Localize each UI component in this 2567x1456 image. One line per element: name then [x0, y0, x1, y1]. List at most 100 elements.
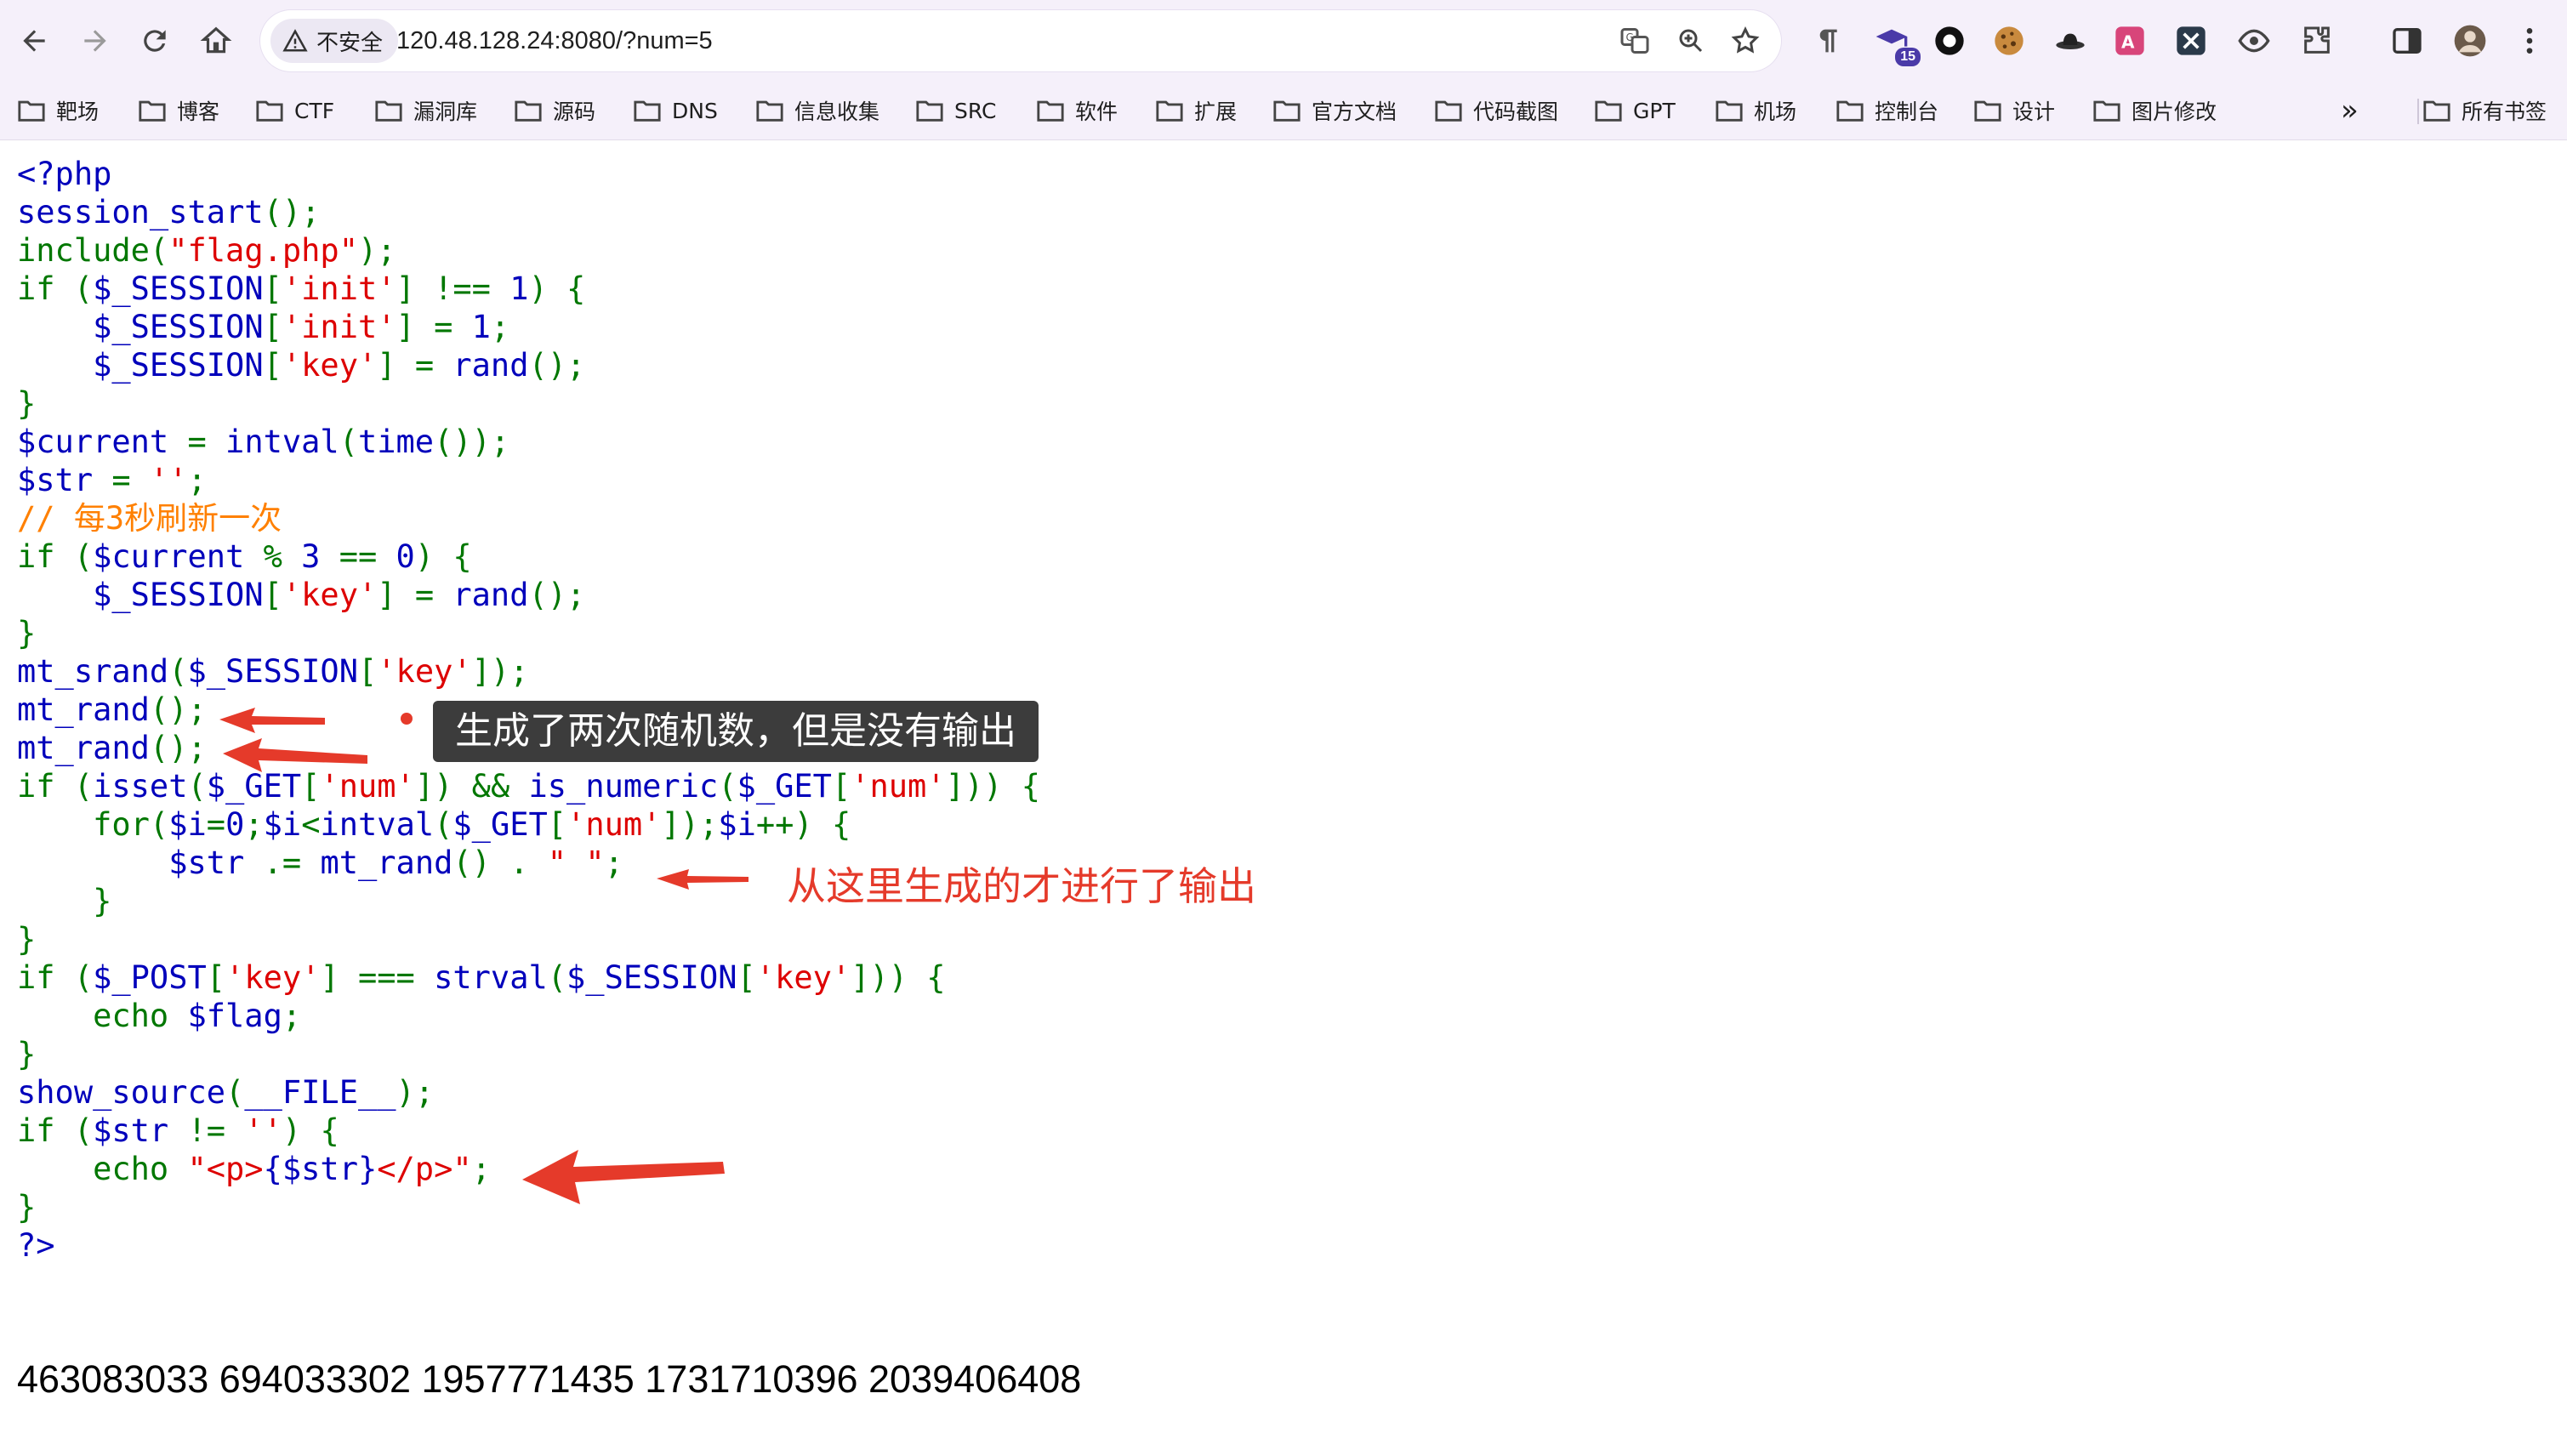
code-token: $_SESSION — [187, 653, 358, 690]
code-token: [ — [206, 959, 226, 996]
folder-icon — [1435, 100, 1462, 122]
pilcrow-icon — [1819, 29, 1837, 53]
extension-x[interactable] — [2171, 20, 2211, 61]
code-token: (); — [528, 347, 586, 384]
bookmark-item[interactable]: 官方文档 — [1272, 90, 1397, 131]
code-line: $_SESSION['key'] = rand(); — [17, 346, 1040, 384]
bookmark-item[interactable]: SRC — [915, 90, 996, 131]
bookmark-label: 官方文档 — [1312, 100, 1397, 124]
bookmark-item[interactable]: GPT — [1594, 90, 1676, 131]
zoom-button[interactable] — [1672, 22, 1710, 60]
code-token: 'key' — [377, 653, 472, 690]
extension-circle[interactable] — [1929, 20, 1970, 61]
code-token: if ( — [17, 270, 94, 307]
code-line: } — [17, 920, 1040, 958]
folder-icon — [1974, 100, 2001, 122]
zoom-icon — [1679, 29, 1703, 53]
folder-icon — [2423, 100, 2450, 122]
side-panel-icon — [2393, 28, 2422, 54]
bookmark-item[interactable]: 设计 — [1973, 90, 2055, 131]
bookmark-label: DNS — [672, 98, 718, 123]
bookmark-label: GPT — [1633, 98, 1676, 123]
bookmark-item[interactable]: 代码截图 — [1434, 90, 1558, 131]
code-token: echo — [17, 1151, 188, 1187]
all-bookmarks-button[interactable]: 所有书签 — [2422, 90, 2547, 131]
bookmark-item[interactable]: 漏洞库 — [374, 90, 477, 131]
svg-text:G: G — [1626, 31, 1634, 43]
folder-icon — [1156, 100, 1183, 122]
address-bar[interactable]: 不安全 120.48.128.24:8080/?num=5 G — [260, 10, 1781, 71]
code-token: ; — [471, 1151, 491, 1187]
folder-icon — [2093, 100, 2120, 122]
code-token: 'key' — [282, 577, 378, 613]
code-token: .= — [263, 845, 321, 881]
profile-avatar[interactable] — [2450, 20, 2490, 61]
bookmark-item[interactable]: 信息收集 — [755, 90, 879, 131]
code-line: if (isset($_GET['num']) && is_numeric($_… — [17, 767, 1040, 805]
code-token: '' — [244, 1112, 282, 1149]
extension-eye[interactable] — [2234, 20, 2274, 61]
annotation-note: 从这里生成的才进行了输出 — [787, 863, 1256, 909]
code-token: 'init' — [282, 270, 396, 307]
code-token: [ — [263, 347, 282, 384]
bookmark-item[interactable]: 机场 — [1715, 90, 1796, 131]
bookmark-item[interactable]: 靶场 — [17, 90, 99, 131]
code-token: (); — [149, 691, 207, 728]
security-chip[interactable]: 不安全 — [270, 19, 399, 63]
code-line: $_SESSION['init'] = 1; — [17, 308, 1040, 346]
bookmark-label: CTF — [294, 98, 335, 123]
forward-button[interactable] — [68, 14, 122, 68]
bookmark-item[interactable]: 图片修改 — [2092, 90, 2217, 131]
folder-icon — [1037, 100, 1064, 122]
bookmarks-overflow-button[interactable]: » — [2341, 90, 2359, 131]
code-token: " " — [547, 845, 605, 881]
bookmark-item[interactable]: 软件 — [1036, 90, 1118, 131]
bookmarks-bar: 靶场 博客 CTF 漏洞库 源码 DNS 信息收集 SRC 软件 扩展 官方文档 代码截图 GPT 机场 控… — [0, 82, 2567, 140]
home-button[interactable] — [189, 14, 243, 68]
code-line: $str = ''; — [17, 461, 1040, 499]
url-text[interactable]: 120.48.128.24:8080/?num=5 — [396, 10, 713, 71]
code-token: mt_srand — [17, 653, 169, 690]
bookmark-item[interactable]: 源码 — [514, 90, 595, 131]
code-token: mt_rand — [320, 845, 453, 881]
code-token: ] === — [320, 959, 435, 996]
extension-badge[interactable]: 15 — [1871, 20, 1921, 66]
bookmark-label: SRC — [954, 98, 997, 123]
code-token: [ — [263, 270, 282, 307]
extension-hat[interactable] — [2050, 20, 2091, 61]
bookmark-label: 机场 — [1754, 100, 1797, 124]
code-token: $_GET — [452, 806, 548, 843]
code-token: ( — [187, 768, 207, 805]
reload-button[interactable] — [128, 14, 182, 68]
bookmark-item[interactable]: CTF — [255, 90, 334, 131]
bookmark-item[interactable]: 扩展 — [1155, 90, 1237, 131]
code-token: 1 — [471, 309, 491, 345]
bookmark-star-button[interactable] — [1727, 22, 1764, 60]
code-token: 'key' — [225, 959, 321, 996]
code-token: $flag — [187, 998, 282, 1034]
extension-paragraph[interactable] — [1807, 20, 1847, 61]
bookmarks-separator — [2417, 99, 2419, 124]
folder-icon — [634, 100, 661, 122]
star-icon — [1731, 26, 1760, 54]
extensions-button[interactable] — [2297, 20, 2337, 61]
code-line: echo $flag; — [17, 997, 1040, 1035]
translate-button[interactable]: G — [1616, 22, 1653, 60]
translate-icon: G — [1620, 28, 1649, 54]
extension-cookie[interactable] — [1989, 20, 2029, 61]
side-panel-button[interactable] — [2387, 20, 2428, 61]
bookmark-label: 控制台 — [1875, 100, 1939, 124]
menu-button[interactable] — [2509, 20, 2550, 61]
bookmark-label: 靶场 — [56, 100, 100, 124]
code-token: } — [17, 385, 37, 422]
bookmark-item[interactable]: 控制台 — [1836, 90, 1938, 131]
code-line: mt_srand($_SESSION['key']); — [17, 652, 1040, 691]
back-button[interactable] — [7, 14, 61, 68]
bookmark-item[interactable]: DNS — [633, 90, 718, 131]
bookmark-item[interactable]: 博客 — [138, 90, 219, 131]
extension-translate-pink[interactable]: A — [2109, 20, 2150, 61]
folder-icon — [756, 100, 783, 122]
code-token: if ( — [17, 959, 94, 996]
code-line: $current = intval(time()); — [17, 423, 1040, 461]
